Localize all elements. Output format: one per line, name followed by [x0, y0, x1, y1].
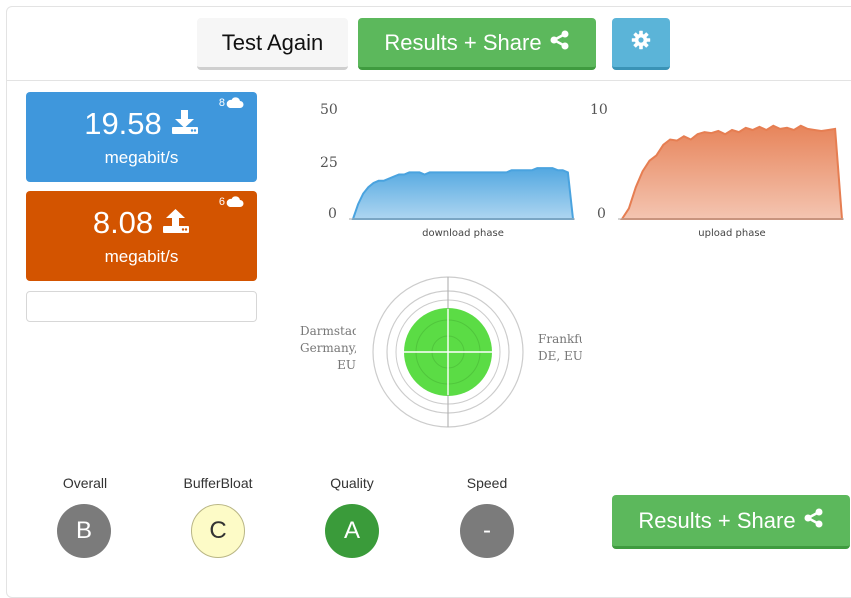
quality-grade-badge: A	[325, 504, 379, 558]
download-area-plot	[349, 167, 575, 220]
upload-icon	[162, 208, 190, 239]
results-share-bottom-button[interactable]: Results + Share	[612, 495, 850, 549]
results-share-label: Results + Share	[384, 29, 542, 55]
series-area	[351, 167, 575, 220]
server-right-location: Frankfurt, DE, EU	[538, 332, 582, 363]
download-speed-value: 19.58	[84, 106, 162, 141]
download-phase-label: download phase	[422, 228, 504, 239]
speed-grade-badge: -	[460, 504, 514, 558]
test-again-label: Test Again	[221, 29, 324, 55]
overall-grade-label: Overall	[62, 475, 108, 491]
upload-speed-box: 6 8.08 megabit/s	[26, 191, 257, 281]
upload-unit: megabit/s	[104, 247, 179, 266]
download-speed-box: 8 19.58 megabit/s	[26, 92, 257, 182]
upload-chart: 10 0 upload phase	[580, 96, 850, 241]
upload-phase-label: upload phase	[698, 228, 766, 239]
toolbar-divider	[6, 80, 851, 81]
results-share-bottom-label: Results + Share	[638, 507, 796, 533]
settings-button[interactable]	[612, 18, 670, 70]
download-chart: 50 25 0 download phase	[305, 96, 585, 241]
server-left-location: Darmstadt, Germany, EU	[300, 324, 356, 372]
latency-target	[372, 276, 524, 428]
upload-area-plot	[618, 124, 844, 220]
status-box	[26, 291, 257, 322]
speed-grade-label: Speed	[466, 475, 508, 491]
share-icon	[550, 30, 570, 56]
bufferbloat-grade-badge: C	[191, 504, 245, 558]
results-share-button[interactable]: Results + Share	[358, 18, 596, 70]
quality-grade-label: Quality	[330, 475, 374, 491]
gear-icon	[631, 30, 651, 56]
share-icon	[804, 508, 824, 534]
series-area	[620, 124, 844, 220]
download-unit: megabit/s	[104, 148, 179, 167]
download-icon	[171, 109, 199, 140]
overall-grade-badge: B	[57, 504, 111, 558]
upload-speed-value: 8.08	[92, 205, 154, 240]
bufferbloat-grade-label: BufferBloat	[183, 475, 253, 491]
test-again-button[interactable]: Test Again	[197, 18, 348, 70]
